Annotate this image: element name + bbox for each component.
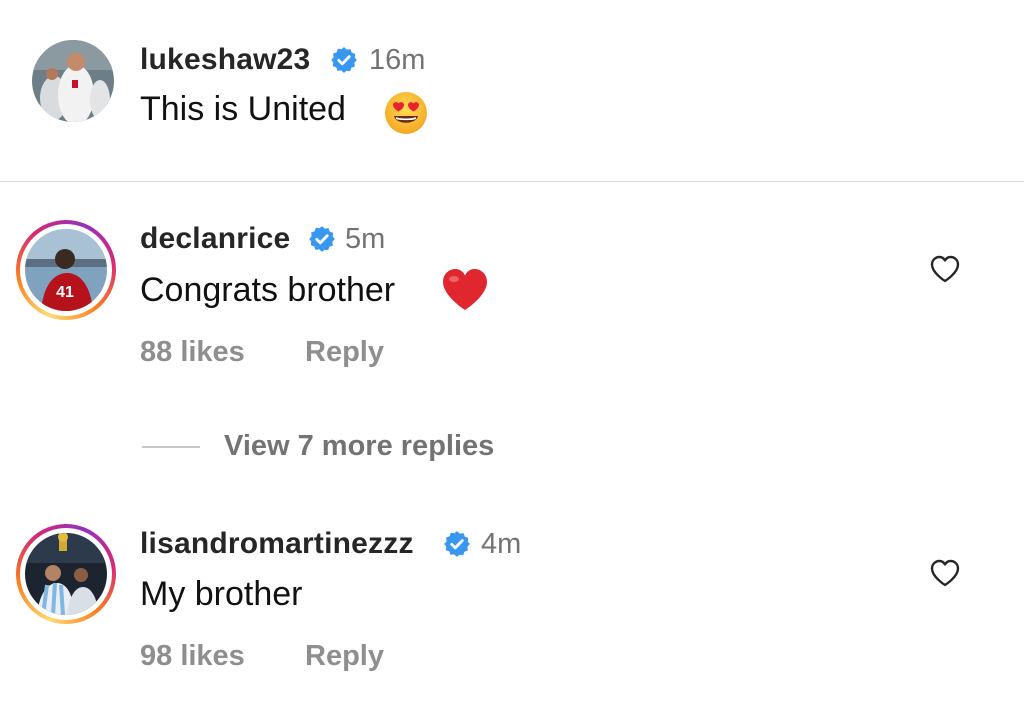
comment-text: My brother [140, 575, 303, 613]
comment-text: Congrats brother [140, 271, 396, 309]
avatar-photo [25, 533, 107, 615]
verified-badge-icon [331, 47, 357, 73]
timestamp: 16m [369, 44, 426, 76]
reply-button[interactable]: Reply [305, 640, 384, 673]
like-count[interactable]: 88 likes [140, 336, 245, 369]
timestamp: 4m [481, 528, 522, 560]
verified-badge-icon [309, 226, 335, 252]
view-more-replies-button[interactable]: View 7 more replies [224, 430, 494, 463]
avatar-lisandromartinezzz[interactable] [16, 524, 116, 624]
username-lisandromartinezzz[interactable]: lisandromartinezzz [140, 527, 414, 561]
avatar-declanrice[interactable]: 41 [16, 220, 116, 320]
thread-line [142, 446, 200, 448]
like-heart-icon[interactable] [929, 254, 961, 284]
svg-text:41: 41 [56, 284, 74, 301]
avatar-photo [32, 40, 114, 122]
red-heart-emoji-icon [443, 269, 487, 310]
heart-eyes-emoji-icon [385, 92, 427, 134]
verified-badge-icon [444, 531, 470, 557]
username-lukeshaw23[interactable]: lukeshaw23 [140, 43, 310, 77]
avatar-lukeshaw23[interactable] [32, 40, 114, 122]
username-declanrice[interactable]: declanrice [140, 222, 290, 256]
caption-text: This is United [140, 90, 346, 128]
like-count[interactable]: 98 likes [140, 640, 245, 673]
reply-button[interactable]: Reply [305, 336, 384, 369]
avatar-photo: 41 [25, 229, 107, 311]
like-heart-icon[interactable] [929, 558, 961, 588]
divider [0, 181, 1024, 182]
timestamp: 5m [345, 223, 386, 255]
